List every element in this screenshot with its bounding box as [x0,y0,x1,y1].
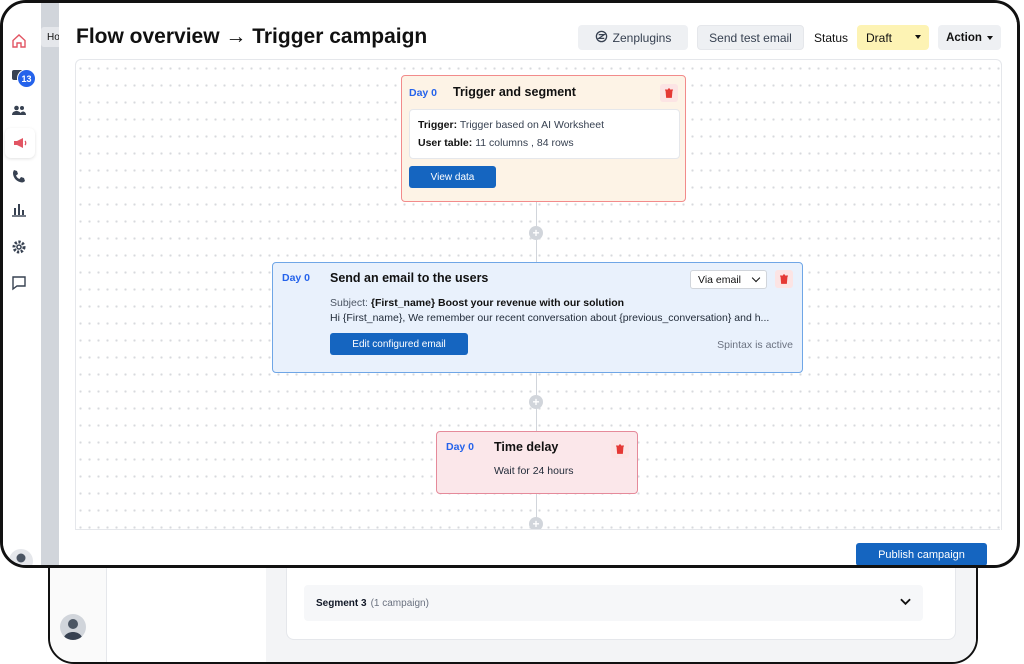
day-label: Day 0 [446,441,475,453]
trigger-value: Trigger based on AI Worksheet [459,119,604,131]
user-avatar[interactable] [9,549,33,565]
delay-title: Time delay [494,440,559,454]
publish-campaign-button[interactable]: Publish campaign [856,543,987,565]
trigger-label: Trigger: [418,119,458,131]
sidebar-divider [41,3,59,565]
delete-trigger-button[interactable] [660,84,678,102]
chart-icon[interactable] [9,199,29,219]
trigger-line: Trigger: Trigger based on AI Worksheet [418,119,604,131]
page-title: Flow overview → Trigger campaign [76,25,428,48]
segment-row[interactable]: Segment 3 (1 campaign) [304,585,923,621]
status-label: Status [814,31,849,45]
status-select[interactable]: Draft [857,25,929,50]
email-title: Send an email to the users [330,271,489,285]
trash-icon [780,274,788,284]
channel-select[interactable]: Via email [690,270,767,289]
day-label: Day 0 [409,87,438,99]
footer-bar: Publish campaign [75,529,1000,565]
delay-description: Wait for 24 hours [494,465,574,477]
delete-delay-button[interactable] [611,440,629,458]
chevron-down-icon [751,273,761,283]
notification-badge: 13 [17,69,36,88]
chat-icon[interactable] [9,273,29,293]
delete-email-button[interactable] [775,270,793,288]
chevron-down-icon[interactable] [900,597,911,609]
trigger-info-box: Trigger: Trigger based on AI Worksheet U… [409,109,680,159]
edit-configured-email-button[interactable]: Edit configured email [330,333,468,355]
segment-title: Segment 3 [316,597,367,609]
add-step-icon[interactable]: + [529,395,543,409]
spintax-status: Spintax is active [717,339,793,351]
email-body-preview: Hi {First_name}, We remember our recent … [330,312,770,324]
trigger-title: Trigger and segment [453,85,576,99]
email-subject: Subject: {First_name} Boost your revenue… [330,297,624,309]
users-icon[interactable] [9,100,29,120]
action-button[interactable]: Action [938,25,1001,50]
zenplugins-label: Zenplugins [612,30,672,45]
email-node[interactable]: Day 0 Send an email to the users Via ema… [272,262,803,373]
view-data-button[interactable]: View data [409,166,496,188]
time-delay-node[interactable]: Day 0 Time delay Wait for 24 hours [436,431,638,494]
caret-down-icon [986,35,993,40]
trash-icon [616,444,624,454]
subject-label: Subject: [330,297,368,309]
send-test-email-button[interactable]: Send test email [697,25,804,50]
user-table-value: 11 columns , 84 rows [475,137,574,149]
home-icon[interactable] [9,31,29,51]
user-table-line: User table: 11 columns , 84 rows [418,137,574,149]
megaphone-icon[interactable] [5,128,35,158]
trash-icon [665,88,673,98]
subject-value: {First_name} Boost your revenue with our… [370,297,625,309]
main-window: 13 Ho Flow overview → Trigger campaign Z… [0,0,1020,568]
action-label: Action [946,31,982,44]
plugin-icon [595,30,608,46]
segment-count: (1 campaign) [370,597,429,609]
gear-icon[interactable] [9,237,29,257]
zenplugins-button[interactable]: Zenplugins [578,25,688,50]
status-value: Draft [866,30,893,45]
channel-value: Via email [698,273,741,286]
user-table-label: User table: [418,137,473,149]
sidebar: 13 [3,3,41,565]
add-step-icon[interactable]: + [529,226,543,240]
background-user-avatar[interactable] [60,614,86,640]
caret-down-icon [915,35,921,39]
day-label: Day 0 [282,272,311,284]
flow-canvas: + + + Day 0 Trigger and segment Trigger:… [75,59,1002,530]
trigger-node[interactable]: Day 0 Trigger and segment Trigger: Trigg… [401,75,686,202]
header: Flow overview → Trigger campaign Zenplug… [59,3,1017,59]
phone-icon[interactable] [9,166,29,186]
